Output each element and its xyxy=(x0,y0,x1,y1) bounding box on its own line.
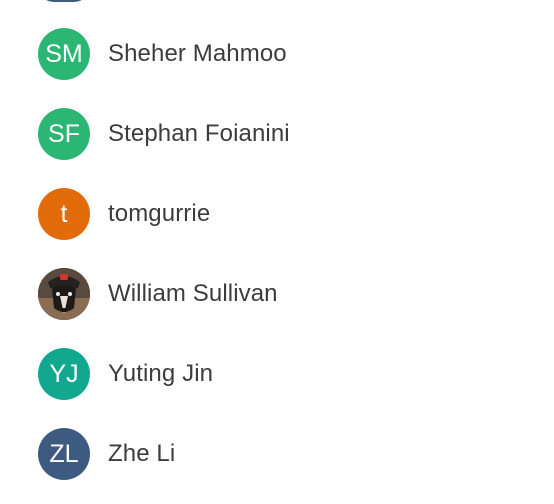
member-name: Stephan Foianini xyxy=(108,120,290,147)
member-name: Yuting Jin xyxy=(108,360,214,387)
list-item-zhe-li[interactable]: ZL Zhe Li xyxy=(0,414,554,494)
member-name: Zhe Li xyxy=(108,440,176,467)
avatar-initials: YJ xyxy=(49,359,79,388)
avatar-initials: ZL xyxy=(49,439,79,468)
avatar: YJ xyxy=(38,348,90,400)
avatar-photo xyxy=(38,268,90,320)
avatar-initials: SF xyxy=(48,119,80,148)
list-item-stephan-foianini[interactable]: SF Stephan Foianini xyxy=(0,94,554,174)
avatar: SM xyxy=(38,28,90,80)
avatar: SF xyxy=(38,108,90,160)
avatar: t xyxy=(38,188,90,240)
member-name: Sheher Mahmoo xyxy=(108,40,287,67)
list-item-yuting-jin[interactable]: YJ Yuting Jin xyxy=(0,334,554,414)
avatar-partial xyxy=(38,0,90,2)
list-item-sheher-mahmoo[interactable]: SM Sheher Mahmoo xyxy=(0,14,554,94)
member-name: William Sullivan xyxy=(108,280,278,307)
member-name: tomgurrie xyxy=(108,200,211,227)
avatar: ZL xyxy=(38,428,90,480)
list-item-william-sullivan[interactable]: William Sullivan xyxy=(0,254,554,334)
member-list: SM Sheher Mahmoo SF Stephan Foianini t t… xyxy=(0,0,554,504)
avatar-initials: t xyxy=(60,199,68,228)
avatar-initials: SM xyxy=(45,39,83,68)
dog-photo-icon xyxy=(38,268,90,320)
list-item-tomgurrie[interactable]: t tomgurrie xyxy=(0,174,554,254)
